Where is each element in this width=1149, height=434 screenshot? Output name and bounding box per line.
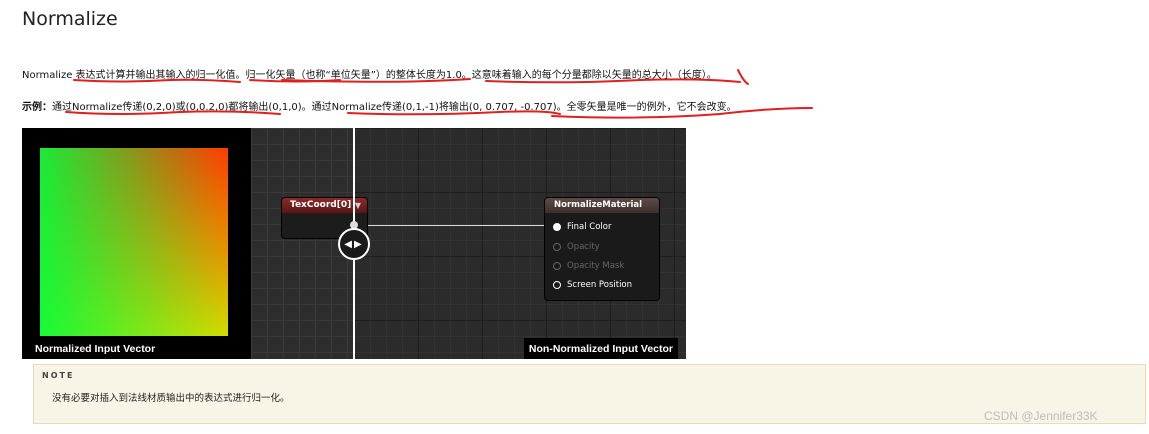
material-preview-viewer: TexCoord[0] ▼ NormalizeMaterial Final Co… [22, 128, 686, 359]
node-connection-wire [354, 225, 544, 226]
pin-icon [553, 242, 561, 251]
pin-opacity-mask[interactable]: Opacity Mask [553, 261, 624, 271]
example-label: 示例： [22, 102, 52, 113]
dropdown-arrow-icon[interactable]: ▼ [355, 201, 361, 210]
right-caption: Non-Normalized Input Vector [523, 338, 678, 359]
comparison-slider-handle[interactable]: ◀▶ [338, 228, 370, 260]
pin-icon [553, 261, 561, 270]
left-right-arrows-icon: ◀▶ [344, 238, 364, 250]
pin-connected-icon [553, 222, 561, 231]
description-paragraph: Normalize 表达式计算并输出其输入的归一化值。归一化矢量（也称“单位矢量… [22, 70, 717, 81]
watermark: CSDN @Jennifer33K [984, 409, 1098, 423]
material-node[interactable]: NormalizeMaterial Final Color Opacity Op… [544, 197, 660, 301]
normalized-gradient-square [40, 148, 228, 336]
note-text: 没有必要对插入到法线材质输出中的表达式进行归一化。 [52, 393, 290, 404]
example-paragraph: 示例：通过Normalize传递(0,2,0)或(0,0.2,0)都将输出(0,… [22, 98, 737, 113]
material-node-title: NormalizeMaterial [545, 198, 659, 213]
note-label: NOTE [42, 371, 75, 380]
left-caption: Normalized Input Vector [30, 338, 161, 359]
pin-screen-position[interactable]: Screen Position [553, 280, 632, 290]
pin-final-color[interactable]: Final Color [553, 222, 611, 232]
pin-opacity[interactable]: Opacity [553, 242, 600, 252]
pin-icon [553, 280, 561, 289]
note-box: NOTE 没有必要对插入到法线材质输出中的表达式进行归一化。 [33, 364, 1146, 424]
page-title: Normalize [22, 8, 118, 30]
example-text: 通过Normalize传递(0,2,0)或(0,0.2,0)都将输出(0,1,0… [52, 102, 737, 113]
